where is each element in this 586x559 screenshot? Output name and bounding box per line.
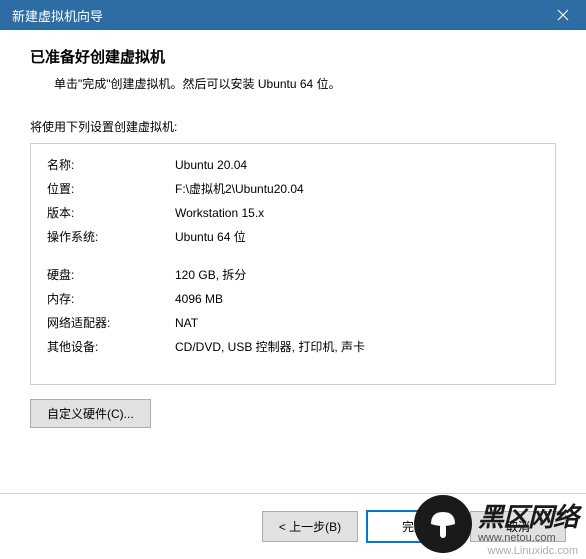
section-label: 将使用下列设置创建虚拟机: xyxy=(30,118,556,135)
summary-row-location: 位置: F:\虚拟机2\Ubuntu20.04 xyxy=(47,180,539,198)
version-value: Workstation 15.x xyxy=(175,204,539,222)
close-icon xyxy=(557,9,569,21)
location-label: 位置: xyxy=(47,180,175,198)
summary-row-version: 版本: Workstation 15.x xyxy=(47,204,539,222)
name-label: 名称: xyxy=(47,156,175,174)
os-value: Ubuntu 64 位 xyxy=(175,228,539,246)
summary-row-name: 名称: Ubuntu 20.04 xyxy=(47,156,539,174)
network-label: 网络适配器: xyxy=(47,314,175,332)
cancel-button[interactable]: 取消 xyxy=(470,511,566,542)
location-value: F:\虚拟机2\Ubuntu20.04 xyxy=(175,180,539,198)
page-heading: 已准备好创建虚拟机 xyxy=(30,46,556,67)
os-label: 操作系统: xyxy=(47,228,175,246)
watermark-alt: www.Linuxidc.com xyxy=(488,545,578,557)
customize-hardware-button[interactable]: 自定义硬件(C)... xyxy=(30,399,151,428)
finish-button[interactable]: 完成 xyxy=(366,510,462,543)
summary-row-os: 操作系统: Ubuntu 64 位 xyxy=(47,228,539,246)
name-value: Ubuntu 20.04 xyxy=(175,156,539,174)
summary-row-memory: 内存: 4096 MB xyxy=(47,290,539,308)
summary-box: 名称: Ubuntu 20.04 位置: F:\虚拟机2\Ubuntu20.04… xyxy=(30,143,556,385)
disk-label: 硬盘: xyxy=(47,266,175,284)
customize-row: 自定义硬件(C)... xyxy=(30,399,556,428)
memory-label: 内存: xyxy=(47,290,175,308)
memory-value: 4096 MB xyxy=(175,290,539,308)
summary-row-network: 网络适配器: NAT xyxy=(47,314,539,332)
summary-row-other: 其他设备: CD/DVD, USB 控制器, 打印机, 声卡 xyxy=(47,338,539,356)
titlebar: 新建虚拟机向导 xyxy=(0,0,586,30)
version-label: 版本: xyxy=(47,204,175,222)
page-subheading: 单击"完成"创建虚拟机。然后可以安装 Ubuntu 64 位。 xyxy=(54,75,556,92)
back-button[interactable]: < 上一步(B) xyxy=(262,511,358,542)
summary-row-disk: 硬盘: 120 GB, 拆分 xyxy=(47,266,539,284)
other-value: CD/DVD, USB 控制器, 打印机, 声卡 xyxy=(175,338,539,356)
disk-value: 120 GB, 拆分 xyxy=(175,266,539,284)
wizard-content: 已准备好创建虚拟机 单击"完成"创建虚拟机。然后可以安装 Ubuntu 64 位… xyxy=(0,30,586,428)
network-value: NAT xyxy=(175,314,539,332)
window-title: 新建虚拟机向导 xyxy=(12,6,103,25)
close-button[interactable] xyxy=(540,0,586,30)
other-label: 其他设备: xyxy=(47,338,175,356)
